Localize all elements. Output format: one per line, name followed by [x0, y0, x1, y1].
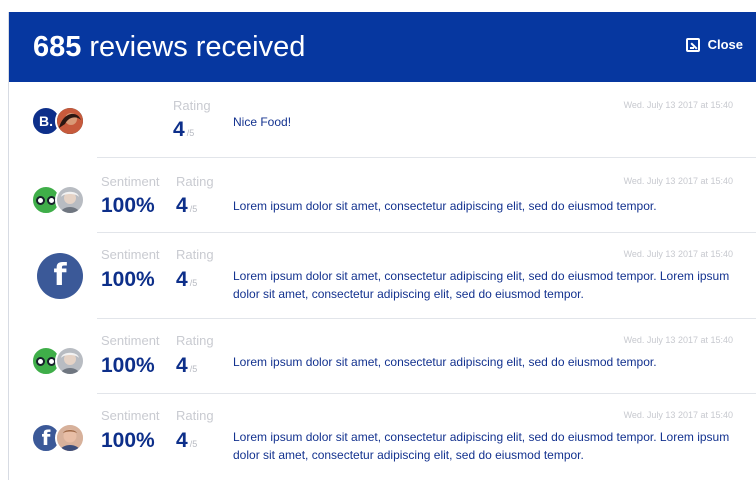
review-row[interactable]: f Sentiment 100% Rating 4/5 Wed. July 13…	[9, 394, 756, 480]
reviews-modal: 685 reviews received Close B. Rating 4 /…	[8, 12, 756, 480]
close-button[interactable]: Close	[685, 37, 743, 52]
review-date: Wed. July 13 2017 at 15:40	[623, 410, 733, 420]
sentiment-label: Sentiment	[101, 174, 160, 189]
review-row[interactable]: f Sentiment 100% Rating 4/5 Wed. July 13…	[9, 233, 756, 319]
sentiment-value: 100%	[101, 429, 155, 452]
rating-value: 4/5	[176, 268, 198, 291]
review-text: Lorem ipsum dolor sit amet, consectetur …	[233, 430, 730, 462]
review-row[interactable]: B. Rating 4/5 Wed. July 13 2017 at 15:40…	[9, 82, 756, 158]
rating-label: Rating	[176, 408, 214, 423]
review-date: Wed. July 13 2017 at 15:40	[623, 176, 733, 186]
sentiment-label: Sentiment	[101, 247, 160, 262]
title-text: reviews received	[89, 31, 306, 63]
review-text: Lorem ipsum dolor sit amet, consectetur …	[233, 269, 730, 301]
review-row[interactable]: Sentiment 100% Rating 4/5 Wed. July 13 2…	[9, 158, 756, 233]
review-date: Wed. July 13 2017 at 15:40	[623, 249, 733, 259]
rating-value: 4/5	[176, 194, 198, 217]
review-text: Nice Food!	[233, 115, 292, 129]
sentiment-value: 100%	[101, 194, 155, 217]
review-source-avatars: B.	[31, 106, 85, 136]
sentiment-label: Sentiment	[101, 408, 160, 423]
review-text: Lorem ipsum dolor sit amet, consectetur …	[233, 199, 657, 213]
user-avatar-photo	[55, 106, 85, 136]
collapse-window-icon	[685, 37, 700, 52]
modal-title: 685 reviews received	[33, 30, 305, 64]
review-row[interactable]: Sentiment 100% Rating 4/5 Wed. July 13 2…	[9, 319, 756, 394]
sentiment-label: Sentiment	[101, 333, 160, 348]
review-source-avatars: f	[37, 253, 83, 299]
sentiment-value: 100%	[101, 268, 155, 291]
review-source-avatars	[31, 346, 85, 376]
review-source-avatars: f	[31, 423, 85, 453]
reviews-list: B. Rating 4/5 Wed. July 13 2017 at 15:40…	[9, 82, 756, 480]
modal-header: 685 reviews received Close	[9, 12, 756, 82]
sentiment-value: 100%	[101, 354, 155, 377]
rating-label: Rating	[176, 333, 214, 348]
review-text: Lorem ipsum dolor sit amet, consectetur …	[233, 355, 657, 369]
user-avatar-photo	[55, 346, 85, 376]
review-date: Wed. July 13 2017 at 15:40	[623, 100, 733, 110]
rating-value: 4/5	[173, 118, 195, 141]
user-avatar-photo	[55, 423, 85, 453]
close-label: Close	[707, 37, 743, 52]
rating-label: Rating	[176, 247, 214, 262]
rating-label: Rating	[176, 174, 214, 189]
rating-value: 4/5	[176, 354, 198, 377]
user-avatar-photo	[55, 185, 85, 215]
review-source-avatars	[31, 185, 85, 215]
facebook-icon: f	[37, 253, 83, 299]
review-count: 685	[33, 31, 82, 63]
review-date: Wed. July 13 2017 at 15:40	[623, 335, 733, 345]
rating-label: Rating	[173, 98, 211, 113]
rating-value: 4/5	[176, 429, 198, 452]
